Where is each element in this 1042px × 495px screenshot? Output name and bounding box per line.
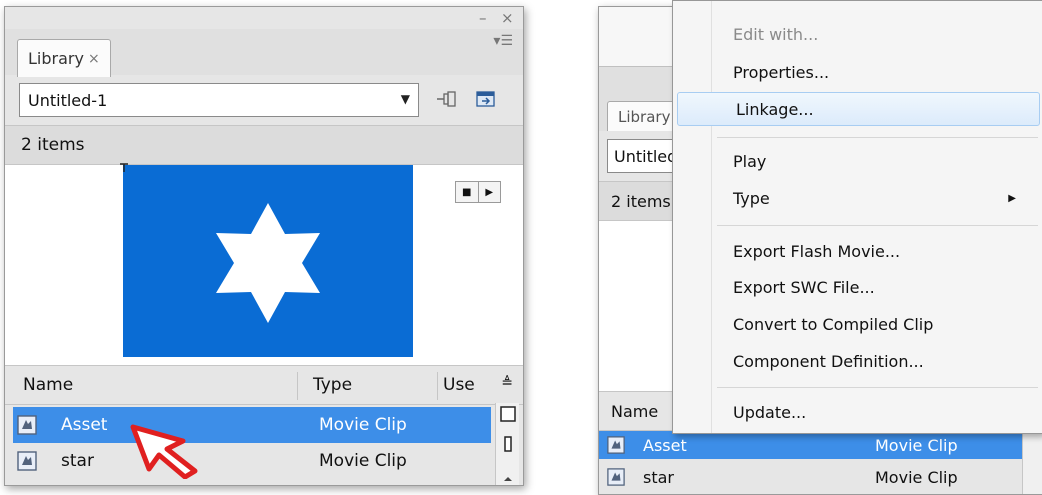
library-panel: – × Library × ▾☰ Untitled-1 ▼ 2 items ■ …: [4, 6, 524, 486]
column-name[interactable]: Name: [23, 375, 73, 395]
row-type: Movie Clip: [875, 435, 958, 455]
library-row-asset[interactable]: Asset Movie Clip: [599, 431, 1042, 459]
menu-item-export-flash-movie[interactable]: Export Flash Movie...: [675, 234, 1042, 268]
menu-item-label: Convert to Compiled Clip: [733, 314, 934, 334]
library-row-star[interactable]: star Movie Clip: [599, 463, 1042, 491]
row-name: star: [643, 467, 674, 487]
menu-item-label: Export SWC File...: [733, 277, 875, 297]
menu-item-component-definition[interactable]: Component Definition...: [675, 344, 1042, 378]
column-name[interactable]: Name: [611, 402, 658, 421]
document-select[interactable]: Untitled-1 ▼: [19, 83, 419, 117]
close-icon[interactable]: ×: [501, 9, 514, 27]
menu-item-label: Update...: [733, 402, 807, 422]
symbol-preview: ■ ▶: [5, 163, 523, 365]
tab-library[interactable]: Library ×: [17, 39, 111, 77]
panel-menu-icon[interactable]: ▾☰: [493, 33, 513, 49]
movie-clip-icon: [17, 451, 37, 471]
menu-item-label: Export Flash Movie...: [733, 241, 901, 261]
menu-item-export-swc-file[interactable]: Export SWC File...: [675, 270, 1042, 304]
menu-item-type[interactable]: Type ▶: [675, 181, 1042, 215]
star-preview-image: [123, 165, 413, 357]
context-menu: Edit with... Properties... Linkage... Pl…: [672, 0, 1042, 434]
library-row-star[interactable]: star Movie Clip: [13, 443, 491, 479]
library-column-header: Name Type Use ≜: [5, 365, 523, 405]
minimize-icon[interactable]: –: [479, 9, 487, 27]
row-type: Movie Clip: [319, 451, 407, 471]
menu-item-edit-with: Edit with...: [675, 17, 1042, 51]
menu-item-label: Type: [733, 188, 770, 208]
submenu-arrow-icon: ▶: [1008, 193, 1016, 204]
row-name: Asset: [61, 415, 108, 435]
sort-toggle-icon[interactable]: ≜: [501, 375, 513, 391]
menu-item-play[interactable]: Play: [675, 144, 1042, 178]
row-name: star: [61, 451, 94, 471]
item-count: 2 items: [611, 191, 671, 211]
movie-clip-icon: [607, 436, 625, 454]
preview-playback-controls: ■ ▶: [455, 181, 501, 203]
list-scrollbar[interactable]: [495, 403, 519, 485]
movie-clip-icon: [17, 415, 37, 435]
tab-close-icon[interactable]: ×: [88, 51, 100, 67]
menu-item-properties[interactable]: Properties...: [675, 55, 1042, 89]
item-count: 2 items: [21, 135, 85, 155]
pointer-cursor-icon: [130, 424, 198, 479]
registration-point-icon: [120, 163, 128, 172]
list-scrollbar[interactable]: [1022, 431, 1042, 494]
movie-clip-icon: [607, 468, 625, 486]
document-select-value: Untitled-1: [28, 90, 108, 110]
play-icon[interactable]: ▶: [477, 182, 501, 202]
menu-item-convert-to-compiled-clip[interactable]: Convert to Compiled Clip: [675, 307, 1042, 341]
column-use-count[interactable]: Use: [443, 375, 475, 395]
row-name: Asset: [643, 435, 687, 455]
menu-item-label: Linkage...: [736, 99, 814, 119]
menu-item-linkage[interactable]: Linkage...: [677, 92, 1040, 126]
column-type[interactable]: Type: [313, 375, 352, 395]
row-type: Movie Clip: [319, 415, 407, 435]
item-count-bar: 2 items: [5, 125, 523, 165]
stop-icon[interactable]: ■: [456, 182, 478, 202]
scrollbar-buttons: [500, 406, 516, 481]
panel-tabstrip: Library ×: [5, 29, 523, 77]
pin-library-icon[interactable]: [433, 87, 459, 111]
menu-item-label: Component Definition...: [733, 351, 924, 371]
library-row-asset[interactable]: Asset Movie Clip: [13, 407, 491, 443]
menu-item-label: Edit with...: [733, 24, 819, 44]
menu-item-update[interactable]: Update...: [675, 395, 1042, 429]
row-type: Movie Clip: [875, 467, 958, 487]
menu-item-label: Play: [733, 151, 767, 171]
new-library-panel-icon[interactable]: [473, 87, 499, 111]
tab-label: Library: [28, 49, 84, 68]
document-select-value: Untitled: [614, 146, 678, 166]
dropdown-arrow-icon: ▼: [400, 92, 410, 106]
tab-label: Library: [618, 107, 671, 126]
menu-item-label: Properties...: [733, 62, 830, 82]
